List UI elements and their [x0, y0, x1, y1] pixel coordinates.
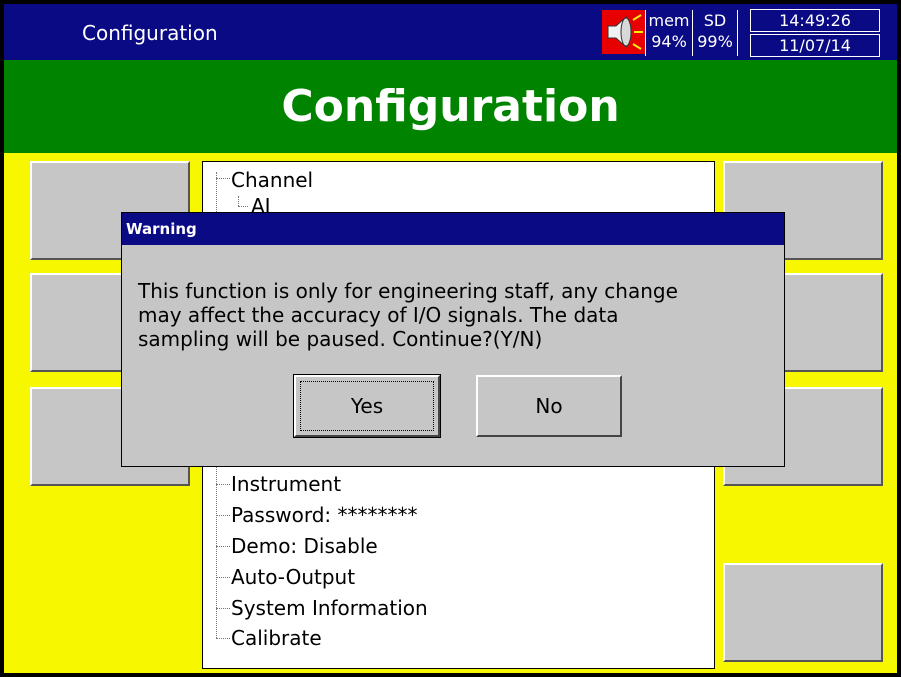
- yes-button[interactable]: Yes: [293, 374, 441, 438]
- sd-value: 99%: [697, 32, 733, 51]
- tree-item-demo[interactable]: Demo: Disable: [231, 534, 378, 558]
- tree-item-auto-output[interactable]: Auto-Output: [231, 565, 355, 589]
- sd-status: SD 99%: [692, 10, 738, 56]
- dialog-title: Warning: [122, 213, 784, 245]
- tree-connector: [216, 178, 230, 179]
- tree-item-password[interactable]: Password: ********: [231, 503, 418, 527]
- dialog-message: This function is only for engineering st…: [138, 279, 768, 351]
- right-button-4[interactable]: [723, 563, 883, 662]
- tree-item-system-information[interactable]: System Information: [231, 596, 428, 620]
- speaker-icon[interactable]: [602, 10, 646, 54]
- mem-label: mem: [648, 11, 690, 30]
- memory-status: mem 94%: [645, 10, 692, 56]
- tree-item-channel[interactable]: Channel: [231, 168, 313, 192]
- mem-value: 94%: [651, 32, 687, 51]
- tree-connector: [216, 484, 230, 485]
- page-title: Configuration: [4, 60, 897, 153]
- tree-connector: [216, 608, 230, 609]
- no-button[interactable]: No: [476, 375, 622, 437]
- tree-item-calibrate[interactable]: Calibrate: [231, 626, 322, 650]
- dialog-message-line: may affect the accuracy of I/O signals. …: [138, 303, 619, 327]
- tree-item-instrument[interactable]: Instrument: [231, 472, 341, 496]
- tree-connector: [238, 206, 248, 207]
- clock-date: 11/07/14: [750, 34, 880, 57]
- tree-guide-line-child: [238, 196, 239, 206]
- tree-connector: [216, 515, 230, 516]
- focus-rectangle: [300, 381, 434, 431]
- tree-connector: [216, 577, 230, 578]
- sd-label: SD: [703, 11, 727, 30]
- no-button-label: No: [535, 394, 563, 418]
- screen: Configuration mem 94% SD 99% 14:49:26 11…: [4, 4, 897, 673]
- tree-connector: [216, 546, 230, 547]
- tree-connector: [216, 638, 230, 639]
- clock-time: 14:49:26: [750, 9, 880, 32]
- dialog-message-line: This function is only for engineering st…: [138, 279, 678, 303]
- dialog-message-line: sampling will be paused. Continue?(Y/N): [138, 327, 543, 351]
- app-title: Configuration: [82, 21, 218, 45]
- warning-dialog: Warning This function is only for engine…: [121, 212, 785, 467]
- top-status-bar: Configuration mem 94% SD 99% 14:49:26 11…: [4, 4, 897, 60]
